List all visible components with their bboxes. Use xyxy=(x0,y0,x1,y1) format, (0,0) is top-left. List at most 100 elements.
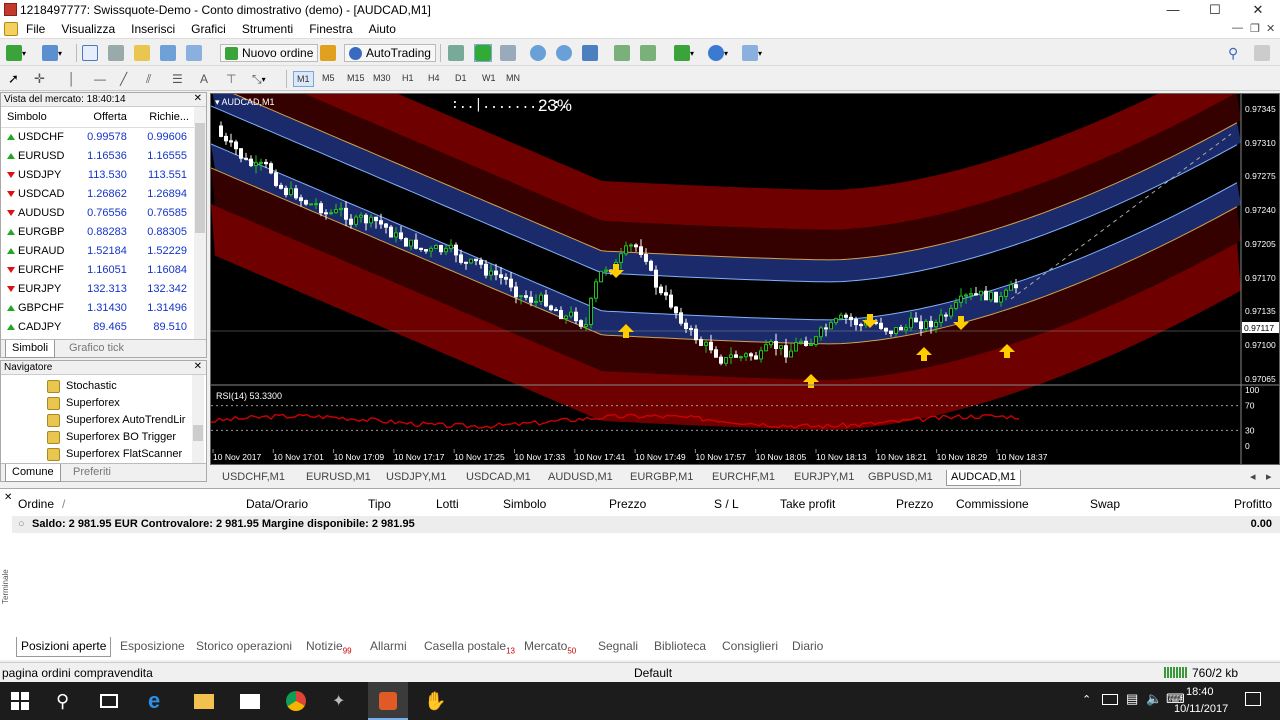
market-watch-row[interactable]: EURUSD 1.16536 1.16555 xyxy=(1,146,195,165)
status-profile[interactable]: Default xyxy=(634,666,672,680)
edge-icon[interactable]: e xyxy=(148,690,168,712)
balance-row[interactable]: ○ Saldo: 2 981.95 EUR Controvalore: 2 98… xyxy=(12,516,1280,533)
chrome-icon[interactable] xyxy=(286,691,306,711)
close-icon[interactable]: ✕ xyxy=(194,361,202,372)
menu-charts[interactable]: Grafici xyxy=(183,22,234,36)
terminal-tab[interactable]: Storico operazioni xyxy=(192,637,296,657)
timeframe-h1[interactable]: H1 xyxy=(399,71,417,85)
scroll-right-icon[interactable]: ▸ xyxy=(1262,470,1276,486)
market-watch-row[interactable]: EURJPY 132.313 132.342 xyxy=(1,279,195,298)
market-watch-row[interactable]: EURCHF 1.16051 1.16084 xyxy=(1,260,195,279)
chart-tab[interactable]: EURGBP,M1 xyxy=(626,470,697,486)
chart-tab[interactable]: USDJPY,M1 xyxy=(382,470,450,486)
market-watch-row[interactable]: AUDUSD 0.76556 0.76585 xyxy=(1,203,195,222)
terminal-col-header[interactable]: Profitto xyxy=(1234,497,1272,511)
menu-file[interactable]: File xyxy=(18,22,53,36)
terminal-tab[interactable]: Posizioni aperte xyxy=(16,637,112,657)
chart-shift-button[interactable] xyxy=(640,44,656,62)
chart-tab[interactable]: USDCAD,M1 xyxy=(462,470,535,486)
terminal-tab[interactable]: Mercato50 xyxy=(520,637,580,657)
terminal-col-header[interactable]: S / L xyxy=(714,497,739,511)
search-button[interactable]: ⚲ xyxy=(1228,44,1238,62)
terminal-col-header[interactable]: Tipo xyxy=(368,497,391,511)
market-watch-button[interactable] xyxy=(82,44,98,62)
scroll-left-icon[interactable]: ◂ xyxy=(1246,470,1260,486)
mdi-minimize-icon[interactable]: — xyxy=(1232,22,1243,34)
metatrader-taskbar-item[interactable] xyxy=(368,682,408,720)
label-button[interactable]: ⊤ xyxy=(226,70,236,88)
timeframe-mn[interactable]: MN xyxy=(503,71,523,85)
navigator-item[interactable]: Superforex BO Trigger xyxy=(47,429,176,445)
terminal-tab[interactable]: Segnali xyxy=(594,637,642,657)
tile-windows-button[interactable] xyxy=(582,44,598,62)
timeframe-m15[interactable]: M15 xyxy=(344,71,368,85)
scrollbar-thumb[interactable] xyxy=(193,425,203,441)
volume-icon[interactable]: 🔈 xyxy=(1146,691,1162,707)
arrows-button[interactable]: ⤡ ▾ xyxy=(252,70,266,88)
market-watch-scrollbar[interactable] xyxy=(194,107,206,341)
navigator-button[interactable] xyxy=(134,44,150,62)
tab-tick-chart[interactable]: Grafico tick xyxy=(63,340,130,358)
close-button[interactable]: ✕ xyxy=(1236,0,1280,20)
timeframe-m30[interactable]: M30 xyxy=(370,71,394,85)
market-watch-row[interactable]: USDCAD 1.26862 1.26894 xyxy=(1,184,195,203)
periods-button[interactable]: ▾ xyxy=(708,44,728,62)
menu-help[interactable]: Aiuto xyxy=(361,22,404,36)
timeframe-m1[interactable]: M1 xyxy=(293,71,314,87)
app-icon[interactable]: ✦ xyxy=(332,691,352,711)
timeframe-w1[interactable]: W1 xyxy=(479,71,499,85)
mdi-close-icon[interactable]: ✕ xyxy=(1266,22,1275,35)
navigator-item[interactable]: Stochastic xyxy=(47,378,117,394)
terminal-col-header[interactable]: Ordine xyxy=(18,497,54,511)
market-watch-row[interactable]: EURAUD 1.52184 1.52229 xyxy=(1,241,195,260)
chart-window[interactable]: 0.97345 0.97310 0.97275 0.97240 0.97205 0.971… xyxy=(210,93,1280,465)
terminal-col-header[interactable]: Lotti xyxy=(436,497,459,511)
col-ask[interactable]: Richie... xyxy=(134,107,195,128)
terminal-tab[interactable]: Consiglieri xyxy=(718,637,782,657)
terminal-tab[interactable]: Diario xyxy=(788,637,827,657)
network-icon[interactable]: ▤ xyxy=(1126,691,1138,707)
search-icon[interactable]: ⚲ xyxy=(56,691,76,711)
terminal-col-header[interactable]: Swap xyxy=(1090,497,1120,511)
minimize-button[interactable]: — xyxy=(1151,0,1195,20)
zoom-out-button[interactable] xyxy=(556,44,572,62)
cursor-button[interactable]: ➚ xyxy=(8,70,19,88)
file-explorer-icon[interactable] xyxy=(194,694,214,709)
close-icon[interactable]: ✕ xyxy=(194,93,202,104)
terminal-button[interactable] xyxy=(160,44,176,62)
market-watch-row[interactable]: GBPCHF 1.31430 1.31496 xyxy=(1,298,195,317)
menu-window[interactable]: Finestra xyxy=(301,22,360,36)
chart-canvas[interactable]: 0.97345 0.97310 0.97275 0.97240 0.97205 0.971… xyxy=(211,94,1279,464)
windows-start-icon[interactable] xyxy=(11,692,29,710)
indicators-button[interactable]: ▾ xyxy=(674,44,694,62)
navigator-item[interactable]: Superforex xyxy=(47,395,120,411)
menu-view[interactable]: Visualizza xyxy=(53,22,123,36)
timeframe-d1[interactable]: D1 xyxy=(452,71,470,85)
terminal-col-header[interactable]: Take profit xyxy=(780,497,835,511)
crosshair-button[interactable]: ✛ xyxy=(34,70,45,88)
text-button[interactable]: A xyxy=(200,70,208,88)
bar-chart-button[interactable] xyxy=(448,44,464,62)
terminal-col-header[interactable]: Commissione xyxy=(956,497,1029,511)
terminal-tab[interactable]: Allarmi xyxy=(366,637,411,657)
autotrading-button[interactable]: AutoTrading xyxy=(344,44,436,62)
candlestick-button[interactable] xyxy=(474,44,492,62)
channel-button[interactable]: ⫽ xyxy=(146,70,151,88)
templates-button[interactable]: ▾ xyxy=(742,44,762,62)
terminal-tab[interactable]: Esposizione xyxy=(116,637,189,657)
battery-icon[interactable] xyxy=(1102,694,1118,705)
mail-icon[interactable] xyxy=(240,694,260,709)
chart-tab[interactable]: EURUSD,M1 xyxy=(302,470,375,486)
new-order-button[interactable]: Nuovo ordine xyxy=(220,44,319,62)
terminal-tab[interactable]: Notizie99 xyxy=(302,637,356,657)
terminal-tab[interactable]: Casella postale13 xyxy=(420,637,519,657)
line-chart-button[interactable] xyxy=(500,44,516,62)
data-window-button[interactable] xyxy=(108,44,124,62)
timeframe-h4[interactable]: H4 xyxy=(425,71,443,85)
col-symbol[interactable]: Simbolo xyxy=(1,107,75,128)
market-watch-row[interactable]: USDCHF 0.99578 0.99606 xyxy=(1,127,195,146)
terminal-col-header[interactable]: Prezzo xyxy=(609,497,646,511)
chart-tab[interactable]: EURJPY,M1 xyxy=(790,470,858,486)
chart-tab[interactable]: USDCHF,M1 xyxy=(218,470,289,486)
timeframe-m5[interactable]: M5 xyxy=(319,71,338,85)
